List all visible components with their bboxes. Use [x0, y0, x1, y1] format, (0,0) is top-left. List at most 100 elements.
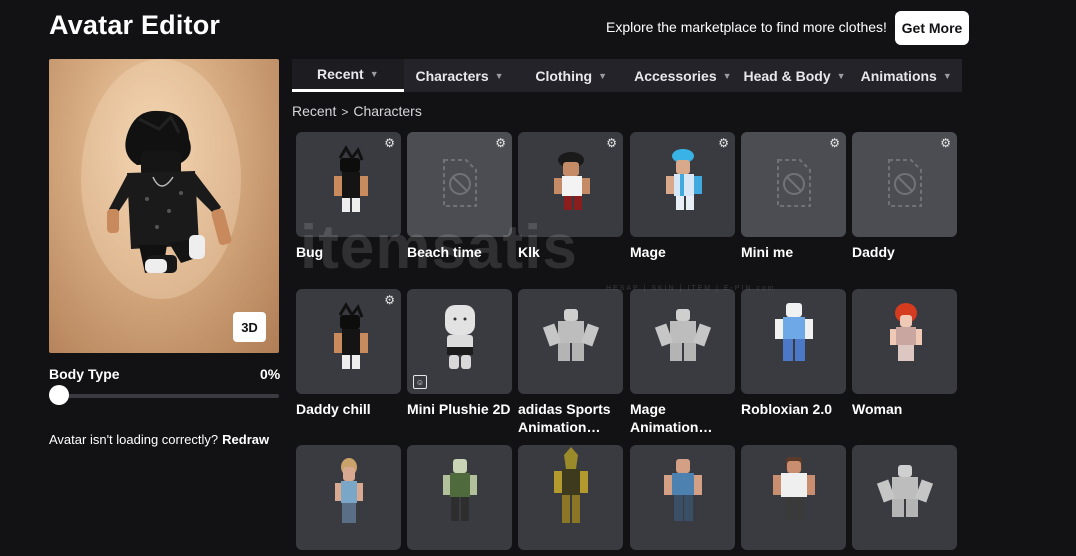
watermark-suffix: .com	[752, 285, 776, 292]
body-type-label: Body Type	[49, 366, 120, 382]
character-card[interactable]	[852, 445, 957, 556]
character-figure	[876, 465, 934, 517]
character-name: Beach time	[407, 244, 482, 260]
body-type-value: 0%	[260, 366, 281, 382]
character-card[interactable]: ⚙ Klk	[518, 132, 623, 261]
character-card[interactable]: ⚙ Daddy chill	[296, 289, 401, 418]
character-name: Daddy	[852, 244, 895, 260]
page-title: Avatar Editor	[49, 10, 221, 40]
character-thumbnail[interactable]: ⚙	[407, 132, 512, 237]
chevron-right-icon: >	[341, 105, 349, 119]
character-card[interactable]: adidas Sports Animation…	[518, 289, 623, 436]
character-thumbnail[interactable]	[741, 289, 846, 394]
character-card[interactable]: ⚙ Mage	[630, 132, 735, 261]
character-figure	[890, 303, 922, 361]
character-thumbnail[interactable]	[630, 445, 735, 550]
character-card[interactable]: Woman	[852, 289, 957, 418]
loading-issue-text: Avatar isn't loading correctly?	[49, 432, 219, 447]
character-card[interactable]: ⚙ Bug	[296, 132, 401, 261]
gear-icon[interactable]: ⚙	[829, 136, 840, 150]
character-name: adidas Sports Animation…	[518, 401, 611, 435]
category-tabs: Recent ▼ Characters ▼ Clothing ▼ Accessorie…	[292, 59, 962, 92]
character-thumbnail[interactable]: ⚙	[741, 132, 846, 237]
character-thumbnail[interactable]: ⚙	[852, 132, 957, 237]
character-thumbnail[interactable]	[852, 445, 957, 550]
tab-label: Clothing	[535, 67, 593, 84]
character-name: Bug	[296, 244, 324, 260]
character-card[interactable]: ⚙ Beach time	[407, 132, 512, 261]
breadcrumb-current: Characters	[353, 103, 422, 119]
body-type-slider-knob[interactable]	[49, 385, 69, 405]
character-card[interactable]	[630, 445, 735, 556]
character-figure	[654, 309, 712, 361]
tab-label: Head & Body	[743, 67, 831, 84]
tab-accessories[interactable]: Accessories ▼	[627, 59, 739, 92]
tab-label: Characters	[415, 67, 489, 84]
character-name: Woman	[852, 401, 903, 417]
chevron-down-icon: ▼	[942, 70, 952, 81]
character-name: Klk	[518, 244, 540, 260]
chevron-down-icon: ▼	[722, 70, 732, 81]
loading-issue-row: Avatar isn't loading correctly? Redraw	[49, 432, 269, 447]
character-card[interactable]: ⚙ Mini me	[741, 132, 846, 261]
character-card[interactable]: Mage Animation…	[630, 289, 735, 436]
chevron-down-icon: ▼	[598, 70, 608, 81]
explore-marketplace-text: Explore the marketplace to find more clo…	[606, 19, 887, 35]
gear-icon[interactable]: ⚙	[606, 136, 617, 150]
character-thumbnail[interactable]	[852, 289, 957, 394]
avatar-preview[interactable]: 3D	[49, 59, 279, 353]
character-card[interactable]: ⚙ Daddy	[852, 132, 957, 261]
character-card[interactable]	[296, 445, 401, 556]
body-type-slider-track[interactable]	[49, 394, 279, 398]
character-name: Mini Plushie 2D	[407, 401, 511, 417]
character-thumbnail[interactable]: ⚙	[630, 132, 735, 237]
tab-label: Animations	[860, 67, 937, 84]
smiley-icon: ☺	[413, 375, 427, 389]
character-name: Mage Animation…	[630, 401, 713, 435]
character-thumbnail[interactable]	[741, 445, 846, 550]
gear-icon[interactable]: ⚙	[384, 136, 395, 150]
character-card[interactable]	[518, 445, 623, 556]
character-card[interactable]	[407, 445, 512, 556]
character-card[interactable]: Robloxian 2.0	[741, 289, 846, 418]
gear-icon[interactable]: ⚙	[940, 136, 951, 150]
tab-label: Recent	[317, 66, 364, 82]
character-figure	[443, 459, 477, 521]
character-thumbnail[interactable]	[407, 445, 512, 550]
chevron-down-icon: ▼	[494, 70, 504, 81]
tab-characters[interactable]: Characters ▼	[404, 59, 516, 92]
gear-icon[interactable]: ⚙	[384, 293, 395, 307]
view-3d-button[interactable]: 3D	[233, 312, 266, 342]
character-figure	[335, 458, 363, 523]
tab-head-body[interactable]: Head & Body ▼	[739, 59, 851, 92]
get-more-button[interactable]: Get More	[895, 11, 969, 45]
character-figure	[664, 459, 702, 521]
redraw-link[interactable]: Redraw	[222, 432, 269, 447]
character-thumbnail[interactable]	[296, 445, 401, 550]
tab-recent[interactable]: Recent ▼	[292, 59, 404, 92]
character-thumbnail[interactable]: ⚙	[296, 132, 401, 237]
character-name: Mage	[630, 244, 666, 260]
character-name: Robloxian 2.0	[741, 401, 833, 417]
tab-animations[interactable]: Animations ▼	[850, 59, 962, 92]
tab-clothing[interactable]: Clothing ▼	[515, 59, 627, 92]
character-thumbnail[interactable]: ☺	[407, 289, 512, 394]
character-card[interactable]	[741, 445, 846, 556]
chevron-down-icon: ▼	[369, 69, 379, 79]
breadcrumb: Recent > Characters	[292, 103, 422, 119]
character-name: Mini me	[741, 244, 794, 260]
character-thumbnail[interactable]	[630, 289, 735, 394]
character-card[interactable]: ☺ Mini Plushie 2D	[407, 289, 512, 418]
tab-label: Accessories	[634, 67, 717, 84]
character-thumbnail[interactable]: ⚙	[518, 132, 623, 237]
character-name: Daddy chill	[296, 401, 371, 417]
character-thumbnail[interactable]	[518, 289, 623, 394]
character-figure	[775, 303, 813, 361]
character-figure	[554, 447, 588, 523]
watermark-tagline: HESAP | SKIN | ITEM | E-PIN	[606, 285, 753, 292]
character-thumbnail[interactable]	[518, 445, 623, 550]
breadcrumb-parent[interactable]: Recent	[292, 103, 336, 119]
gear-icon[interactable]: ⚙	[718, 136, 729, 150]
gear-icon[interactable]: ⚙	[495, 136, 506, 150]
character-thumbnail[interactable]: ⚙	[296, 289, 401, 394]
